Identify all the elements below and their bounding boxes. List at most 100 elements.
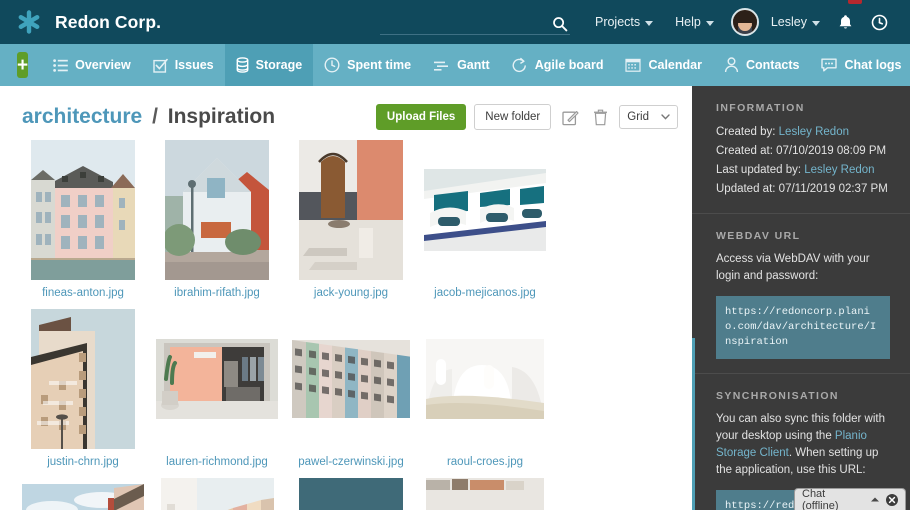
help-label: Help [675,15,701,29]
webdav-description: Access via WebDAV with your login and pa… [716,253,870,282]
updated-at-label: Updated at: [716,183,776,195]
last-updated-by-value[interactable]: Lesley Redon [804,164,874,176]
file-grid: fineas-anton.jpg ibrahim-rifath.jpg jack… [0,132,692,510]
file-thumbnail [284,140,418,280]
information-heading: INFORMATION [716,102,805,114]
notification-badge: 3 [848,0,862,4]
nav-item-chat-logs[interactable]: Chat logs [810,44,910,86]
file-item[interactable]: fineas-anton.jpg [16,140,150,301]
webdav-section: WEBDAV URL Access via WebDAV with your l… [692,213,910,373]
app-root: Redon Corp. Projects Help Lesley + Overv… [0,0,910,510]
file-item[interactable]: lauren-richmond.jpg [150,309,284,470]
projects-menu[interactable]: Projects [584,0,664,44]
file-item[interactable]: jacob-mejicanos.jpg [418,140,552,301]
person-icon [724,57,739,73]
chevron-down-icon [645,20,654,26]
file-name: fineas-anton.jpg [42,287,124,299]
webdav-url-box[interactable]: https://redoncorp.planio.com/dav/archite… [716,296,890,359]
nav-item-contacts[interactable]: Contacts [713,44,810,86]
sidebar-toggle-button[interactable] [692,86,696,128]
file-item[interactable]: ibrahim-rifath.jpg [150,140,284,301]
chat-widget[interactable]: Chat (offline) [794,488,906,510]
notifications-button[interactable]: 3 [828,0,863,44]
help-menu[interactable]: Help [664,0,725,44]
file-item[interactable]: pawel-czerwinski.jpg [284,309,418,470]
time-tracking-button[interactable] [863,0,898,44]
nav-item-storage[interactable]: Storage [224,44,314,86]
information-section: INFORMATION Created by: Lesley Redon Cre… [692,86,910,213]
clock-icon [871,14,888,31]
nav-label: Agile board [534,58,604,72]
synchronisation-heading: SYNCHRONISATION [716,390,839,402]
nav-item-agile-board[interactable]: Agile board [501,44,615,86]
nav-item-issues[interactable]: Issues [142,44,225,86]
new-folder-button[interactable]: New folder [474,104,552,130]
created-at-value: 07/10/2019 08:09 PM [776,145,887,157]
top-header: Redon Corp. Projects Help Lesley [0,0,910,44]
file-item[interactable] [418,478,552,510]
file-item[interactable]: justin-chrn.jpg [16,309,150,470]
created-by-label: Created by: [716,126,776,138]
details-sidebar: INFORMATION Created by: Lesley Redon Cre… [692,86,910,510]
nav-item-calendar[interactable]: Calendar [614,44,713,86]
gantt-icon [433,59,450,72]
file-thumbnail [418,478,552,510]
user-name: Lesley [770,15,807,29]
created-at-label: Created at: [716,145,773,157]
close-circle-icon[interactable] [886,493,898,506]
created-by-row: Created by: Lesley Redon [716,123,890,142]
file-item[interactable]: raoul-croes.jpg [418,309,552,470]
file-thumbnail [16,478,150,510]
file-name: ibrahim-rifath.jpg [174,287,260,299]
chat-label: Chat (offline) [802,487,839,510]
created-by-value[interactable]: Lesley Redon [779,126,849,138]
nav-label: Storage [255,58,303,72]
chat-icon [821,58,838,72]
projects-label: Projects [594,15,641,29]
nav-item-spent-time[interactable]: Spent time [313,44,422,86]
search-container [379,9,570,35]
view-mode-value: Grid [627,111,649,123]
search-icon[interactable] [552,16,568,32]
nav-item-overview[interactable]: Overview [42,44,142,86]
agile-icon [512,57,528,73]
checkbox-icon [153,58,168,73]
clock-icon [324,57,340,73]
caret-up-icon[interactable] [870,496,880,503]
chevron-down-icon [661,114,670,120]
add-button[interactable]: + [17,52,29,78]
file-thumbnail [150,140,284,280]
breadcrumb-current: Inspiration [167,105,276,128]
nav-label: Overview [75,58,131,72]
header-actions: Projects Help Lesley [379,0,910,44]
last-updated-by-row: Last updated by: Lesley Redon [716,161,890,180]
sidebar-accent-bar [692,338,695,510]
nav-items: Overview Issues Storage Spent time Gantt… [42,44,910,86]
file-name: jack-young.jpg [313,287,389,299]
project-nav: + Overview Issues Storage Spent time Gan… [0,44,910,86]
brand[interactable]: Redon Corp. [0,9,161,35]
avatar [730,8,759,36]
file-name: pawel-czerwinski.jpg [298,456,404,468]
trash-icon[interactable] [589,106,611,128]
file-thumbnail [16,140,150,280]
upload-files-button[interactable]: Upload Files [375,104,467,130]
user-menu[interactable]: Lesley [725,0,828,44]
breadcrumb-row: architecture / Inspiration Upload Files … [0,86,692,132]
file-item[interactable]: steffen-muldbjerg.jpg [150,478,284,510]
chevron-down-icon [705,20,714,26]
breadcrumb-parent[interactable]: architecture [22,105,142,128]
nav-label: Calendar [648,58,702,72]
file-thumbnail [284,478,418,510]
file-item[interactable]: siebe-warmoeskerken.jpg [16,478,150,510]
nav-item-gantt[interactable]: Gantt [422,44,501,86]
file-item[interactable] [284,478,418,510]
edit-icon[interactable] [559,106,581,128]
synchronisation-description: You can also sync this folder with your … [716,411,890,479]
view-mode-select[interactable]: Grid [619,105,678,129]
file-thumbnail [284,309,418,449]
file-item[interactable]: jack-young.jpg [284,140,418,301]
search-input[interactable] [379,13,570,35]
updated-at-row: Updated at: 07/11/2019 02:37 PM [716,180,890,199]
chevron-down-icon [812,20,820,26]
